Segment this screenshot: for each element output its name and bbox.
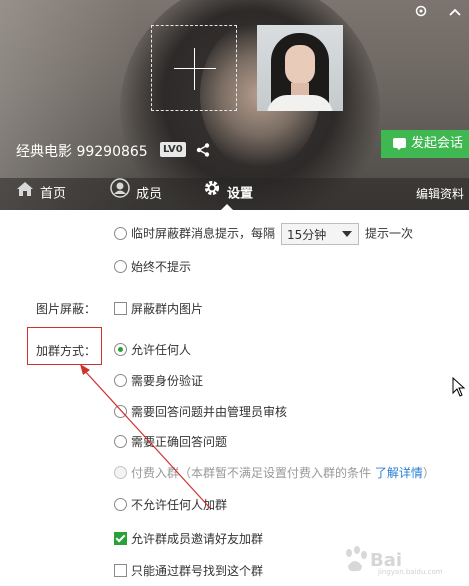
- mouse-cursor-icon: [452, 376, 466, 397]
- settings-panel: 临时屏蔽群消息提示，每隔 15分钟 提示一次 始终不提示 图片屏蔽： 屏蔽群内图片 …: [0, 210, 469, 586]
- chevron-up-icon[interactable]: [448, 6, 462, 16]
- add-photo-button[interactable]: [151, 25, 237, 111]
- share-icon[interactable]: [195, 142, 211, 158]
- tab-home[interactable]: 首页: [16, 178, 66, 210]
- join-option-verify[interactable]: 需要身份验证: [114, 372, 203, 389]
- join-option-anyone[interactable]: 允许任何人: [114, 341, 191, 358]
- tab-settings[interactable]: 设置: [203, 178, 253, 210]
- start-chat-label: 发起会话: [411, 136, 464, 151]
- invite-friends-option[interactable]: 允许群成员邀请好友加群: [114, 530, 263, 547]
- join-option-nobody-radio[interactable]: [114, 498, 127, 511]
- chevron-down-icon: [342, 231, 353, 237]
- search-by-number-option[interactable]: 只能通过群号找到这个群: [114, 562, 263, 579]
- interval-select-value: 15分钟: [287, 228, 327, 242]
- msg-alert-never-label: 始终不提示: [131, 260, 192, 274]
- invite-friends-label: 允许群成员邀请好友加群: [131, 532, 264, 546]
- msg-alert-temp-option[interactable]: 临时屏蔽群消息提示，每隔 15分钟 提示一次: [114, 223, 413, 245]
- tab-members-label: 成员: [136, 187, 163, 202]
- join-option-answer-review-label: 需要回答问题并由管理员审核: [131, 405, 288, 419]
- msg-alert-never-radio[interactable]: [114, 260, 127, 273]
- interval-select[interactable]: 15分钟: [281, 223, 360, 245]
- msg-alert-temp-suffix: 提示一次: [365, 226, 414, 241]
- image-block-checkbox[interactable]: [114, 302, 127, 315]
- baidu-watermark: Bai jingyan.baidu.com: [340, 544, 466, 578]
- join-option-anyone-radio[interactable]: [114, 343, 127, 356]
- group-name: 经典电影 99290865: [16, 144, 148, 160]
- join-method-label: 加群方式：: [36, 344, 97, 358]
- join-option-paid-label: 付费入群（本群暂不满足设置付费入群的条件: [131, 466, 372, 480]
- tab-settings-label: 设置: [227, 186, 254, 202]
- join-option-paid: 付费入群（本群暂不满足设置付费入群的条件 了解详情）: [114, 464, 435, 481]
- join-option-verify-label: 需要身份验证: [131, 374, 204, 388]
- chat-bubble-icon: [393, 138, 406, 150]
- join-option-anyone-label: 允许任何人: [131, 343, 192, 357]
- start-chat-button[interactable]: 发起会话: [381, 130, 469, 158]
- home-icon: [16, 178, 34, 210]
- group-photo-thumbnail[interactable]: [257, 25, 343, 111]
- image-block-label: 图片屏蔽：: [36, 302, 97, 316]
- tab-bar: 首页 成员 设置 编辑资料: [0, 178, 469, 210]
- join-option-answer-review[interactable]: 需要回答问题并由管理员审核: [114, 403, 287, 420]
- tab-home-label: 首页: [40, 186, 67, 202]
- tab-edit-profile[interactable]: 编辑资料: [416, 178, 464, 210]
- search-by-number-checkbox[interactable]: [114, 564, 127, 577]
- plus-icon: [174, 68, 216, 69]
- baidu-paw-icon: [346, 546, 367, 572]
- group-profile-header: 经典电影 99290865 LV0 发起会话 首页 成员 设置 编辑资料: [0, 0, 469, 210]
- join-option-nobody-label: 不允许任何人加群: [131, 498, 228, 512]
- join-option-correct-answer-radio[interactable]: [114, 435, 127, 448]
- skin-icon[interactable]: [414, 4, 428, 18]
- image-block-option[interactable]: 屏蔽群内图片: [114, 300, 203, 317]
- invite-friends-checkbox[interactable]: [114, 532, 127, 545]
- join-option-correct-answer[interactable]: 需要正确回答问题: [114, 433, 227, 450]
- user-icon: [110, 178, 130, 210]
- learn-more-link[interactable]: 了解详情: [375, 466, 423, 480]
- watermark-subtext: jingyan.baidu.com: [378, 568, 443, 576]
- image-block-option-label: 屏蔽群内图片: [131, 302, 204, 316]
- join-option-answer-review-radio[interactable]: [114, 405, 127, 418]
- join-option-correct-answer-label: 需要正确回答问题: [131, 435, 228, 449]
- search-by-number-label: 只能通过群号找到这个群: [131, 564, 264, 578]
- level-badge: LV0: [160, 142, 186, 157]
- join-option-nobody[interactable]: 不允许任何人加群: [114, 496, 227, 513]
- join-option-paid-close: ）: [422, 466, 435, 480]
- join-option-verify-radio[interactable]: [114, 374, 127, 387]
- join-option-paid-radio: [114, 466, 127, 479]
- msg-alert-temp-radio[interactable]: [114, 226, 127, 240]
- tab-members[interactable]: 成员: [110, 178, 162, 210]
- msg-alert-never-option[interactable]: 始终不提示: [114, 258, 191, 275]
- msg-alert-temp-label: 临时屏蔽群消息提示，每隔: [131, 226, 276, 241]
- gear-icon: [203, 178, 221, 210]
